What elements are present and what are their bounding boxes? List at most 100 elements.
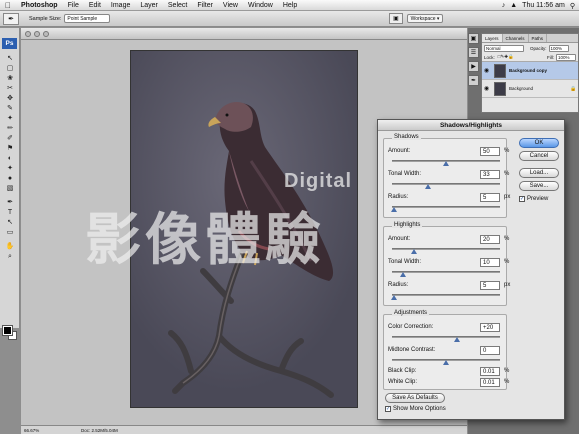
highlights-tonal-slider[interactable] (392, 271, 500, 273)
menu-file[interactable]: File (63, 0, 84, 11)
gradient-tool-icon[interactable]: ✦ (4, 164, 16, 173)
menu-image[interactable]: Image (106, 0, 135, 11)
tools-preset-panel-icon[interactable]: ✒ (468, 75, 479, 86)
shadows-highlights-dialog: Shadows/Highlights Shadows Amount: 50 % … (377, 119, 565, 420)
highlights-amount-slider[interactable] (392, 248, 500, 250)
fill-label: Fill: (547, 54, 554, 60)
zoom-tool-icon[interactable]: ⌕ (4, 252, 16, 261)
highlights-tonal-slider-thumb[interactable] (399, 272, 406, 277)
spotlight-icon[interactable]: ⚲ (570, 2, 575, 10)
sample-size-select[interactable]: Point Sample (64, 14, 111, 23)
shadows-radius-slider[interactable] (392, 206, 500, 208)
black-clip-field[interactable]: 0.01 (480, 367, 500, 376)
shadows-amount-slider-thumb[interactable] (443, 161, 449, 166)
slice-tool-icon[interactable]: ✥ (4, 94, 16, 103)
history-panel-icon[interactable]: ☰ (468, 47, 479, 58)
lasso-tool-icon[interactable]: ❀ (4, 74, 16, 83)
eyedropper-tool-preset-icon[interactable]: ✒ (3, 12, 19, 25)
highlights-radius-slider[interactable] (392, 294, 500, 296)
load-button[interactable]: Load... (519, 168, 559, 178)
fill-field[interactable]: 100% (556, 53, 576, 61)
workspace-button[interactable]: Workspace ▾ (407, 14, 443, 23)
menu-layer[interactable]: Layer (135, 0, 163, 11)
ok-button[interactable]: OK (519, 138, 559, 148)
dialog-title[interactable]: Shadows/Highlights (378, 120, 564, 131)
tab-channels[interactable]: Channels (503, 34, 529, 42)
history-brush-tool-icon[interactable]: ⚑ (4, 144, 16, 153)
midtone-contrast-field[interactable]: 0 (480, 346, 500, 355)
type-tool-icon[interactable]: T (4, 208, 16, 217)
menu-filter[interactable]: Filter (192, 0, 218, 11)
shadows-radius-field[interactable]: 5 (480, 193, 500, 202)
eyedropper-tool-icon[interactable]: ✎ (4, 104, 16, 113)
bridge-icon[interactable]: ▣ (389, 13, 403, 24)
opacity-field[interactable]: 100% (548, 44, 569, 52)
checkmark-icon[interactable]: ✓ (385, 406, 391, 412)
crop-tool-icon[interactable]: ✂ (4, 84, 16, 93)
save-as-defaults-button[interactable]: Save As Defaults (385, 393, 445, 403)
clone-stamp-tool-icon[interactable]: ✐ (4, 134, 16, 143)
highlights-amount-label: Amount: (388, 236, 411, 242)
menu-edit[interactable]: Edit (84, 0, 106, 11)
close-window-icon[interactable] (25, 31, 31, 37)
menu-select[interactable]: Select (163, 0, 192, 11)
actions-panel-icon[interactable]: ▶ (468, 61, 479, 72)
hand-tool-icon[interactable]: ✋ (4, 242, 16, 251)
shadows-tonal-field[interactable]: 33 (480, 170, 500, 179)
white-clip-field[interactable]: 0.01 (480, 378, 500, 387)
healing-tool-icon[interactable]: ✦ (4, 114, 16, 123)
foreground-color-swatch[interactable] (2, 325, 13, 336)
blend-mode-select[interactable]: Normal (484, 44, 524, 52)
eye-icon[interactable]: ◉ (482, 85, 491, 92)
blur-tool-icon[interactable]: ● (4, 174, 16, 183)
document-size[interactable]: Doc: 2.52M/5.04M (51, 428, 118, 433)
layer-row-background-copy[interactable]: ◉ Background copy (482, 62, 578, 80)
preview-checkbox[interactable]: ✓ Preview (519, 196, 548, 202)
layer-row-background[interactable]: ◉ Background 🔒 (482, 80, 578, 98)
shadows-tonal-slider[interactable] (392, 183, 500, 185)
shadows-radius-slider-thumb[interactable] (391, 207, 398, 212)
shape-tool-icon[interactable]: ▭ (4, 228, 16, 237)
cancel-button[interactable]: Cancel (519, 151, 559, 161)
apple-icon[interactable]:  (0, 1, 16, 10)
highlights-radius-slider-thumb[interactable] (391, 295, 398, 300)
brush-tool-icon[interactable]: ✏ (4, 124, 16, 133)
white-clip-row: White Clip: 0.01 % (388, 378, 509, 389)
zoom-level[interactable]: 66.67% (21, 428, 51, 433)
marquee-tool-icon[interactable]: ▢ (4, 64, 16, 73)
minimize-window-icon[interactable] (34, 31, 40, 37)
dodge-tool-icon[interactable]: ▧ (4, 184, 16, 193)
shadows-amount-field[interactable]: 50 (480, 147, 500, 156)
pen-tool-icon[interactable]: ✒ (4, 198, 16, 207)
checkmark-icon[interactable]: ✓ (519, 196, 525, 202)
document-titlebar[interactable] (21, 28, 467, 40)
shadows-tonal-slider-thumb[interactable] (424, 184, 431, 189)
move-tool-icon[interactable]: ↖ (4, 54, 16, 63)
zoom-window-icon[interactable] (43, 31, 49, 37)
midtone-contrast-slider-thumb[interactable] (443, 360, 449, 365)
menu-photoshop[interactable]: Photoshop (16, 0, 63, 11)
highlights-tonal-field[interactable]: 10 (480, 258, 500, 267)
volume-icon[interactable]: ♪ (502, 2, 506, 9)
menu-bar:  Photoshop File Edit Image Layer Select… (0, 0, 579, 11)
color-correction-slider-thumb[interactable] (453, 337, 460, 342)
tab-paths[interactable]: Paths (529, 34, 548, 42)
highlights-amount-field[interactable]: 20 (480, 235, 500, 244)
highlights-amount-slider-thumb[interactable] (410, 249, 417, 254)
save-button[interactable]: Save... (519, 181, 559, 191)
show-more-options-checkbox[interactable]: ✓ Show More Options (385, 406, 446, 412)
path-selection-tool-icon[interactable]: ↖ (4, 218, 16, 227)
eraser-tool-icon[interactable]: ◐ (4, 154, 16, 163)
menu-help[interactable]: Help (278, 0, 302, 11)
color-correction-slider[interactable] (392, 336, 500, 338)
menu-clock[interactable]: Thu 11:56 am (522, 2, 565, 9)
color-correction-field[interactable]: +20 (480, 323, 500, 332)
wifi-icon[interactable]: ▲ (510, 2, 517, 9)
navigator-panel-icon[interactable]: ▣ (468, 33, 479, 44)
highlights-radius-field[interactable]: 5 (480, 281, 500, 290)
eye-icon[interactable]: ◉ (482, 67, 491, 74)
lock-options-icon[interactable]: □✎✚🔒 (498, 54, 514, 60)
tab-layers[interactable]: Layers (482, 34, 503, 42)
menu-window[interactable]: Window (243, 0, 278, 11)
menu-view[interactable]: View (218, 0, 243, 11)
